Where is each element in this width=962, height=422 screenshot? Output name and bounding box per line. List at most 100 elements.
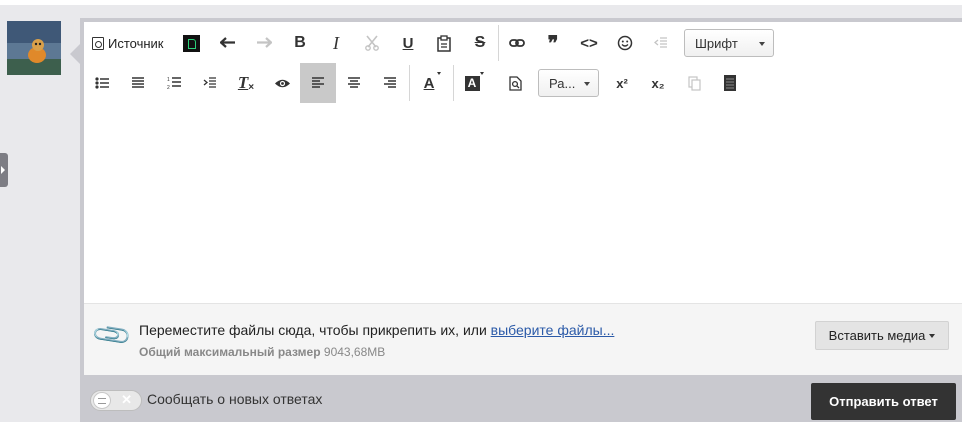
attach-text: Переместите файлы сюда, чтобы прикрепить… xyxy=(139,322,491,338)
undo-button[interactable] xyxy=(210,23,246,63)
toolbar-row-2: 12 T × A A Ра... x² x₂ xyxy=(84,63,962,103)
source-icon xyxy=(92,36,104,50)
text-color-button[interactable]: A xyxy=(411,63,447,103)
bullet-list-button[interactable] xyxy=(84,63,120,103)
copy-button[interactable] xyxy=(676,63,712,103)
chevron-down-icon xyxy=(584,82,590,86)
chevron-down-icon xyxy=(480,72,484,75)
reply-editor-frame: Источник B I U S ❞ <> Шрифт 1 2 T × A A … xyxy=(70,18,962,422)
source-button[interactable]: Источник xyxy=(92,23,164,63)
svg-text:2: 2 xyxy=(167,85,170,90)
redo-icon xyxy=(257,37,272,48)
paperclip-icon: 📎 xyxy=(89,313,134,358)
background-color-button[interactable]: A xyxy=(454,63,490,103)
redo-button[interactable] xyxy=(246,23,282,63)
message-textarea[interactable] xyxy=(84,104,962,302)
code-icon: <> xyxy=(580,34,598,52)
code-button[interactable]: <> xyxy=(571,23,607,63)
undo-icon xyxy=(220,37,235,48)
send-reply-button[interactable]: Отправить ответ xyxy=(811,383,956,420)
outdent-icon xyxy=(203,77,216,88)
spoiler-icon xyxy=(724,75,736,91)
choose-files-link[interactable]: выберите файлы... xyxy=(491,322,615,338)
source-label: Источник xyxy=(108,35,164,51)
cut-icon xyxy=(365,35,379,51)
copy-icon xyxy=(687,75,701,91)
reply-footer: ✕ Сообщать о новых ответах Отправить отв… xyxy=(80,375,962,422)
indent-button[interactable] xyxy=(643,23,679,63)
align-center-button[interactable] xyxy=(336,63,372,103)
insert-code-button[interactable] xyxy=(173,23,209,63)
svg-text:1: 1 xyxy=(167,77,170,83)
clear-x-icon: × xyxy=(248,81,255,93)
align-right-icon xyxy=(384,77,396,88)
font-select-value: Шрифт xyxy=(695,35,738,51)
text-color-icon: A xyxy=(423,74,435,92)
link-button[interactable] xyxy=(499,23,535,63)
max-size-info: Общий максимальный размер 9043,68MB xyxy=(139,345,385,359)
underline-button[interactable]: U xyxy=(390,23,426,63)
format-select-value: Ра... xyxy=(549,75,576,91)
indent-icon xyxy=(654,37,667,48)
smiley-icon xyxy=(617,35,633,51)
black-square-icon xyxy=(182,34,200,52)
italic-button[interactable]: I xyxy=(318,23,354,63)
clear-format-button[interactable]: T × xyxy=(228,63,264,103)
superscript-button[interactable]: x² xyxy=(604,63,640,103)
spoiler-button[interactable] xyxy=(712,63,748,103)
insert-media-button[interactable]: Вставить медиа xyxy=(815,321,949,350)
font-select[interactable]: Шрифт xyxy=(684,29,774,57)
numbered-list-button[interactable]: 12 xyxy=(156,63,192,103)
align-right-button[interactable] xyxy=(372,63,408,103)
format-select[interactable]: Ра... xyxy=(538,69,599,97)
numbered-list-icon: 12 xyxy=(167,77,181,90)
close-icon: ✕ xyxy=(121,392,132,407)
chevron-down-icon xyxy=(759,42,765,46)
paste-icon xyxy=(437,34,451,52)
preview-button[interactable] xyxy=(264,63,300,103)
max-size-value: 9043,68MB xyxy=(323,345,386,359)
max-size-label: Общий максимальный размер xyxy=(139,345,321,359)
quote-button[interactable]: ❞ xyxy=(535,23,571,63)
underline-icon: U xyxy=(402,34,414,52)
attach-instructions: Переместите файлы сюда, чтобы прикрепить… xyxy=(139,322,614,338)
align-left-icon xyxy=(312,77,324,88)
bold-icon: B xyxy=(294,34,306,51)
strikethrough-button[interactable]: S xyxy=(462,23,498,63)
smiley-button[interactable] xyxy=(607,23,643,63)
toolbar-row-1: Источник B I U S ❞ <> Шрифт xyxy=(84,23,962,63)
attachment-dropzone[interactable]: 📎 Переместите файлы сюда, чтобы прикрепи… xyxy=(84,303,962,375)
sidebar-expand-handle[interactable] xyxy=(0,153,8,187)
notify-label: Сообщать о новых ответах xyxy=(147,391,323,407)
paste-button[interactable] xyxy=(426,23,462,63)
outdent-button[interactable] xyxy=(192,63,228,103)
quote-icon: ❞ xyxy=(547,32,559,55)
rich-text-editor: Источник B I U S ❞ <> Шрифт 1 2 T × A A … xyxy=(84,22,962,375)
cut-button[interactable] xyxy=(354,23,390,63)
align-center-icon xyxy=(348,77,360,88)
find-button[interactable] xyxy=(497,63,533,103)
superscript-icon: x² xyxy=(616,75,628,91)
bold-button[interactable]: B xyxy=(282,23,318,63)
notify-toggle[interactable]: ✕ xyxy=(90,390,142,411)
toolbar-separator xyxy=(409,65,410,101)
align-left-button[interactable] xyxy=(300,63,336,103)
bullet-list-icon xyxy=(94,77,109,89)
top-strip xyxy=(0,0,962,5)
chevron-down-icon xyxy=(437,72,441,75)
eye-icon xyxy=(274,79,290,87)
avatar[interactable] xyxy=(7,21,61,75)
subscript-button[interactable]: x₂ xyxy=(640,63,676,103)
strikethrough-icon: S xyxy=(474,34,486,51)
chevron-down-icon xyxy=(929,333,936,338)
find-icon xyxy=(508,75,522,91)
menu-lines-icon xyxy=(98,397,106,404)
subscript-icon: x₂ xyxy=(651,75,665,91)
toggle-knob xyxy=(93,392,111,409)
justify-icon xyxy=(132,77,144,88)
italic-icon: I xyxy=(333,32,339,53)
clear-format-icon: T xyxy=(237,73,249,92)
link-icon xyxy=(509,39,525,47)
insert-media-label: Вставить медиа xyxy=(828,328,926,343)
justify-button[interactable] xyxy=(120,63,156,103)
